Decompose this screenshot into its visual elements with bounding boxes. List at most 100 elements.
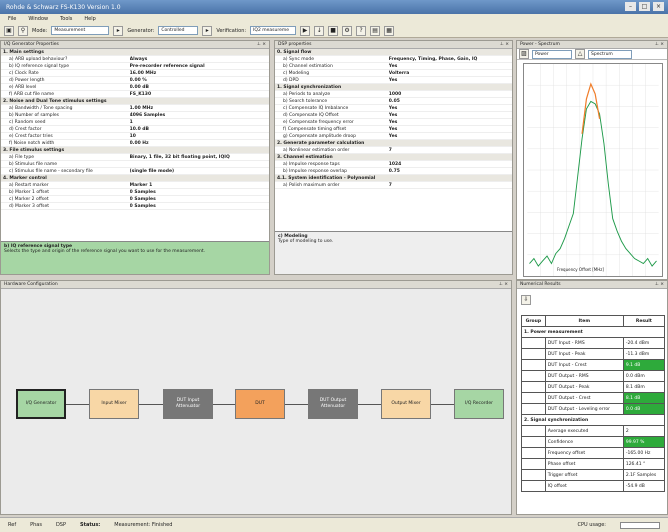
property-value[interactable]: 10.0 dB [130, 126, 269, 132]
menu-help[interactable]: Help [84, 16, 95, 22]
property-row[interactable]: c) Modeling Volterra [275, 70, 512, 77]
property-row[interactable]: b) Channel estimation Yes [275, 63, 512, 70]
property-value[interactable]: 0.00 % [130, 77, 269, 83]
property-value[interactable]: 0.00 dB [130, 84, 269, 90]
maximize-icon[interactable]: □ [639, 2, 650, 11]
property-row[interactable]: a) File type Binary, 1 file, 32 bit float… [1, 154, 269, 161]
single-run-icon[interactable]: ↓ [314, 25, 325, 36]
property-value[interactable]: FS_K130 [130, 91, 269, 97]
property-row[interactable]: b) Stimulus file name [1, 161, 269, 168]
property-value[interactable]: 0 Samples [130, 203, 269, 209]
property-value[interactable]: 16.00 MHz [130, 70, 269, 76]
property-value[interactable]: Yes [389, 105, 512, 111]
property-category[interactable]: 3. File stimulus settings [1, 147, 269, 154]
hardware-block[interactable]: I/Q Generator [16, 389, 66, 419]
property-row[interactable]: a) Nonlinear estimation order 7 [275, 147, 512, 154]
property-row[interactable]: d) Marker 3 offset 0 Samples [1, 203, 269, 210]
menu-tools[interactable]: Tools [60, 16, 72, 22]
property-value[interactable]: 1000 [389, 91, 512, 97]
property-row[interactable]: e) Crest factor tries 10 [1, 133, 269, 140]
property-value[interactable]: 7 [389, 147, 512, 153]
property-value[interactable]: Volterra [389, 70, 512, 76]
table-row[interactable]: Frequency offset -165.00 Hz [521, 447, 666, 459]
property-value[interactable]: 0.05 [389, 98, 512, 104]
stop-icon[interactable]: ■ [328, 25, 339, 36]
search-icon[interactable]: ⚲ [18, 25, 28, 36]
property-row[interactable]: c) Marker 2 offset 0 Samples [1, 196, 269, 203]
menu-file[interactable]: File [8, 16, 16, 22]
property-row[interactable]: a) ARB upload behaviour? Always [1, 56, 269, 63]
graph-icon[interactable]: ▨ [519, 49, 529, 59]
hardware-block[interactable]: Output Mixer [381, 389, 431, 419]
property-row[interactable]: e) Compensate frequency error Yes [275, 119, 512, 126]
pin-icon[interactable]: ⊥ × [500, 42, 509, 47]
property-value[interactable]: Yes [389, 126, 512, 132]
property-value[interactable]: 0 Samples [130, 189, 269, 195]
property-row[interactable]: g) Compensate amplitude droop Yes [275, 133, 512, 140]
property-category[interactable]: 1. Main settings [1, 49, 269, 56]
menu-window[interactable]: Window [28, 16, 48, 22]
property-row[interactable]: b) Marker 1 offset 0 Samples [1, 189, 269, 196]
property-row[interactable]: a) Impulse response taps 1024 [275, 161, 512, 168]
property-value[interactable]: 1024 [389, 161, 512, 167]
property-value[interactable]: 4096 Samples [130, 112, 269, 118]
property-value[interactable]: Marker 1 [130, 182, 269, 188]
table-row[interactable]: DUT Input - Peak -11.3 dBm [521, 348, 666, 360]
property-row[interactable]: f) Compensate timing offset Yes [275, 126, 512, 133]
property-row[interactable]: a) Restart marker Marker 1 [1, 182, 269, 189]
property-row[interactable]: f) Noise notch width 0.00 Hz [1, 140, 269, 147]
help-icon[interactable]: ? [356, 25, 367, 36]
property-value[interactable]: Always [130, 56, 269, 62]
property-value[interactable]: 0.75 [389, 168, 512, 174]
grid-icon[interactable]: ▦ [384, 25, 395, 36]
hardware-block[interactable]: DUT Input Attenuator [163, 389, 213, 419]
pin-icon[interactable]: ⊥ × [655, 282, 664, 287]
property-row[interactable]: e) ARB level 0.00 dB [1, 84, 269, 91]
property-row[interactable]: b) Search tolerance 0.05 [275, 98, 512, 105]
property-value[interactable]: 7 [389, 182, 512, 188]
run-icon[interactable]: ▶ [300, 25, 311, 36]
property-value[interactable]: 1 [130, 119, 269, 125]
spectrum-chart[interactable] [523, 63, 663, 277]
property-value[interactable]: 1.00 MHz [130, 105, 269, 111]
property-row[interactable]: f) ARB cut file name FS_K130 [1, 91, 269, 98]
property-row[interactable]: c) Stimulus file name - secondary file (s… [1, 168, 269, 175]
property-row[interactable]: d) Crest factor 10.0 dB [1, 126, 269, 133]
mode-select[interactable]: Measurement [51, 26, 110, 35]
save-icon[interactable]: ▣ [4, 25, 14, 36]
property-row[interactable]: a) Polish maximum order 7 [275, 182, 512, 189]
hardware-block[interactable]: I/Q Recorder [454, 389, 504, 419]
property-category[interactable]: 2. Noise and Dual Tone stimulus settings [1, 98, 269, 105]
table-row[interactable]: DUT Output - RMS 0.0 dBm [521, 370, 666, 382]
pin-icon[interactable]: ⊥ × [257, 42, 266, 47]
hardware-block[interactable]: DUT [235, 389, 285, 419]
pin-icon[interactable]: ⊥ × [655, 42, 664, 47]
verification-select[interactable]: IQ2 measureme [250, 26, 297, 35]
property-row[interactable]: d) Compensate IQ Offset Yes [275, 112, 512, 119]
hardware-block[interactable]: Input Mixer [89, 389, 139, 419]
table-row[interactable]: Confidence 99.97 % [521, 436, 666, 448]
property-value[interactable]: Binary, 1 file, 32 bit floating point, I… [130, 154, 269, 160]
table-row[interactable]: Trigger offset 2.1F Samples [521, 469, 666, 481]
pin-icon[interactable]: ⊥ × [499, 282, 508, 287]
spectrum-type-select[interactable]: Spectrum [588, 49, 632, 59]
property-category[interactable]: 0. Signal flow [275, 49, 512, 56]
table-row[interactable]: DUT Output - Crest 8.1 dB [521, 392, 666, 404]
property-value[interactable]: Pre-recorder reference signal [130, 63, 269, 69]
property-row[interactable]: a) Bandwidth / Tone spacing 1.00 MHz [1, 105, 269, 112]
property-value[interactable]: Yes [389, 77, 512, 83]
property-category[interactable]: 2. Generate parameter calculation [275, 140, 512, 147]
property-row[interactable]: d) DPD Yes [275, 77, 512, 84]
table-row[interactable]: Average executed 2 [521, 425, 666, 437]
property-value[interactable] [130, 161, 269, 167]
property-value[interactable]: Yes [389, 63, 512, 69]
spectrum-icon[interactable]: △ [575, 49, 585, 59]
property-value[interactable]: Yes [389, 119, 512, 125]
property-category[interactable]: 1. Signal synchronization [275, 84, 512, 91]
property-row[interactable]: b) IQ reference signal type Pre-recorder … [1, 63, 269, 70]
property-row[interactable]: a) Periods to analyze 1000 [275, 91, 512, 98]
power-select[interactable]: Power [532, 49, 572, 59]
property-row[interactable]: a) Sync mode Frequency, Timing, Phase, Ga… [275, 56, 512, 63]
property-row[interactable]: c) Compensate IQ Imbalance Yes [275, 105, 512, 112]
property-value[interactable]: (single file mode) [130, 168, 269, 174]
